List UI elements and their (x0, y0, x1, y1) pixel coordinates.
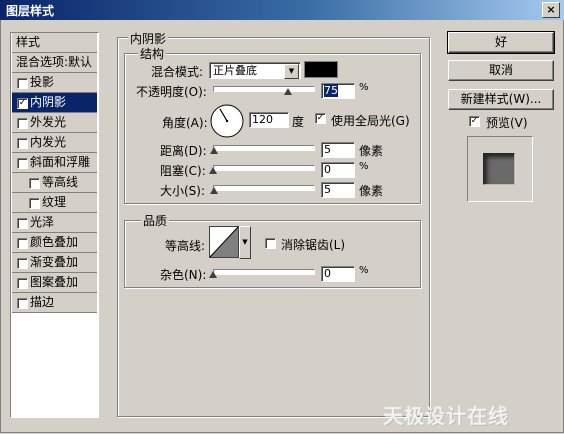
watermark: 天极设计在线 (383, 404, 509, 428)
dropdown-arrow-icon: ▼ (239, 226, 251, 259)
dropdown-arrow-icon: ▼ (284, 64, 299, 79)
preview-label[interactable]: 预览(V) (486, 114, 528, 131)
blend-mode-label: 混合模式: (151, 65, 204, 79)
size-label: 大小(S): (160, 184, 206, 198)
checkbox-icon[interactable] (29, 198, 40, 209)
cancel-button[interactable]: 取消 (448, 60, 554, 81)
style-list-item[interactable]: 等高线 (12, 173, 97, 193)
global-light-checkbox[interactable]: ✓ (315, 113, 326, 124)
style-list-item[interactable]: 图案叠加 (12, 273, 97, 293)
style-list-item[interactable]: 渐变叠加 (12, 253, 97, 273)
distance-label: 距离(D): (160, 144, 207, 158)
style-list-item-label: 渐变叠加 (30, 255, 79, 269)
opacity-unit: % (359, 82, 369, 93)
style-list-header[interactable]: 样式 (12, 33, 97, 53)
choke-input[interactable]: 0 (321, 162, 355, 178)
contour-curve-icon (209, 226, 239, 258)
distance-slider[interactable] (213, 145, 315, 151)
blend-options-item[interactable]: 混合选项:默认 (12, 53, 97, 73)
style-list-item[interactable]: 描边 (12, 293, 97, 313)
checkbox-icon[interactable] (29, 178, 40, 189)
checkbox-icon[interactable] (17, 238, 28, 249)
style-list-item[interactable]: 内发光 (12, 133, 97, 153)
preview-thumbnail (483, 153, 515, 185)
window-title: 图层样式 (6, 4, 55, 18)
quality-title: 品质 (141, 212, 170, 229)
slider-thumb-icon[interactable] (210, 147, 218, 154)
contour-picker[interactable]: ▼ (209, 226, 251, 260)
checkbox-icon[interactable] (17, 158, 28, 169)
angle-label: 角度(A): (162, 116, 208, 130)
noise-label: 杂色(N): (160, 268, 207, 282)
noise-slider[interactable] (213, 269, 315, 275)
ok-button[interactable]: 好 (447, 31, 555, 54)
slider-thumb-icon[interactable] (210, 187, 218, 194)
size-slider[interactable] (213, 185, 315, 191)
choke-slider[interactable] (213, 165, 315, 171)
preview-swatch (467, 136, 533, 202)
checkbox-icon[interactable] (17, 218, 28, 229)
slider-thumb-icon[interactable] (284, 88, 292, 95)
opacity-slider[interactable] (213, 86, 315, 92)
angle-unit: 度 (292, 115, 305, 129)
style-list-item-label: 光泽 (30, 215, 55, 229)
global-light-label[interactable]: 使用全局光(G) (331, 112, 410, 129)
style-list-item[interactable]: ✓ 内阴影 (12, 93, 97, 113)
checkbox-icon[interactable] (17, 278, 28, 289)
angle-dial-icon[interactable] (209, 103, 245, 139)
style-list-item[interactable]: 投影 (12, 73, 97, 93)
style-list-item[interactable]: 外发光 (12, 113, 97, 133)
distance-unit: 像素 (359, 144, 384, 158)
style-list-item-label: 颜色叠加 (30, 235, 79, 249)
style-list-item[interactable]: 颜色叠加 (12, 233, 97, 253)
checkbox-icon[interactable]: ✓ (17, 98, 28, 109)
preview-checkbox[interactable]: ✓ (469, 116, 480, 127)
contour-label: 等高线: (165, 239, 206, 253)
title-bar: 图层样式 × (0, 0, 564, 20)
checkbox-icon[interactable] (17, 258, 28, 269)
style-list-item-label: 外发光 (30, 115, 67, 129)
size-input[interactable]: 5 (321, 182, 355, 198)
opacity-label: 不透明度(O): (136, 85, 207, 99)
checkbox-icon[interactable] (17, 78, 28, 89)
checkbox-icon[interactable] (17, 138, 28, 149)
style-list-item-label: 投影 (30, 75, 55, 89)
checkbox-icon[interactable] (17, 118, 28, 129)
new-style-button[interactable]: 新建样式(W)... (448, 89, 554, 110)
blend-mode-select[interactable]: 正片叠底 ▼ (209, 62, 301, 79)
angle-input[interactable]: 120 (249, 112, 289, 128)
size-unit: 像素 (359, 184, 384, 198)
choke-label: 阻塞(C): (160, 164, 206, 178)
blend-color-swatch[interactable] (304, 61, 338, 78)
close-icon[interactable]: × (542, 2, 560, 18)
style-list: 样式 混合选项:默认 投影 ✓ 内阴影 外发光 内发光 斜面和浮雕 等高线 纹理 光泽 颜色叠加渐… (10, 32, 99, 418)
structure-title: 结构 (138, 45, 167, 62)
style-list-item-label: 纹理 (42, 195, 67, 209)
noise-unit: % (359, 265, 369, 276)
anti-alias-label[interactable]: 消除锯齿(L) (281, 236, 345, 253)
anti-alias-checkbox[interactable] (265, 238, 276, 249)
slider-thumb-icon[interactable] (209, 167, 217, 174)
style-list-item[interactable]: 纹理 (12, 193, 97, 213)
style-list-item-label: 内阴影 (30, 95, 67, 109)
style-list-item-label: 内发光 (30, 135, 67, 149)
style-list-item-label: 等高线 (42, 175, 79, 189)
style-list-item[interactable]: 光泽 (12, 213, 97, 233)
opacity-input[interactable]: 75 (321, 83, 355, 99)
style-list-item[interactable]: 斜面和浮雕 (12, 153, 97, 173)
choke-unit: % (359, 161, 369, 172)
slider-thumb-icon[interactable] (209, 271, 217, 278)
checkbox-icon[interactable] (17, 298, 28, 309)
noise-input[interactable]: 0 (321, 266, 355, 282)
style-list-item-label: 描边 (30, 295, 55, 309)
distance-input[interactable]: 5 (321, 142, 355, 158)
style-list-item-label: 图案叠加 (30, 275, 79, 289)
style-list-item-label: 斜面和浮雕 (30, 155, 91, 169)
